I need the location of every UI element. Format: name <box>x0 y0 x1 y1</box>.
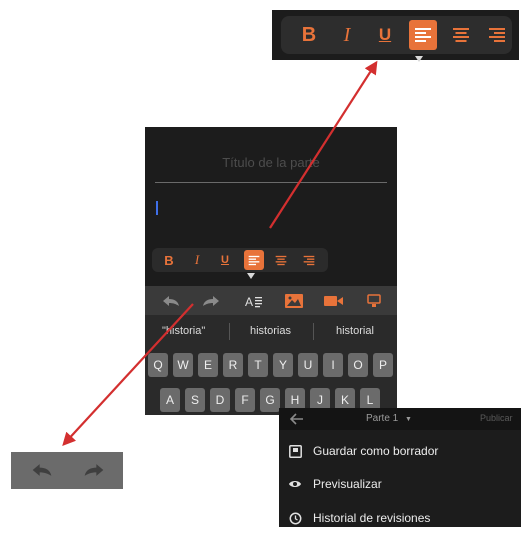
arrow-to-undo-redo <box>62 303 194 446</box>
arrow-to-format-toolbar <box>269 60 378 229</box>
annotation-arrows <box>62 60 378 446</box>
